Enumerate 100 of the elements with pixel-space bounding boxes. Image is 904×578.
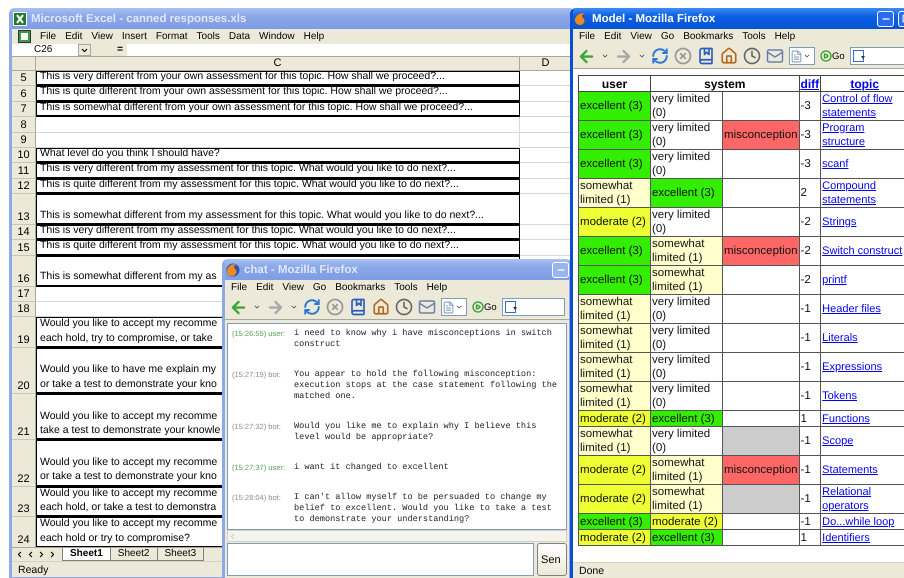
row-header[interactable]: 13	[12, 194, 36, 225]
go-button[interactable]: Go	[472, 301, 497, 313]
go-button[interactable]: Go	[820, 50, 845, 62]
level-cell: very limited (0)	[650, 294, 722, 324]
topic-link[interactable]: Relational operators	[822, 485, 904, 513]
level-cell: somewhat limited (1)	[578, 294, 650, 324]
row-header[interactable]: 23	[12, 486, 36, 518]
table-cell: This is somewhat different from my assessment for this topic. What would you like to do next?...	[36, 194, 520, 225]
diff-cell: 2	[799, 178, 821, 208]
row-header[interactable]: 20	[12, 348, 36, 394]
level-cell: moderate (2)	[578, 484, 650, 514]
diff-cell: -1	[799, 484, 821, 514]
menu-item[interactable]: Help	[304, 31, 324, 42]
table-cell: This is very different from your own assessment for this topic. How shall we proceed?...	[36, 71, 520, 86]
level-cell: excellent (3)	[650, 530, 722, 546]
diff-cell: -1	[799, 426, 821, 456]
diff-cell: -2	[799, 208, 821, 236]
window-title: chat - Mozilla Firefox	[244, 264, 359, 276]
menu-item[interactable]: Edit	[65, 31, 82, 42]
level-cell: very limited (0)	[650, 208, 722, 236]
level-cell: excellent (3)	[578, 236, 650, 266]
row-header[interactable]: 19	[12, 317, 36, 348]
level-cell: somewhat limited (1)	[578, 352, 650, 382]
topic-link[interactable]: Control of flow statements	[822, 92, 904, 120]
diff-cell: -1	[799, 456, 821, 484]
row-header[interactable]: 9	[12, 132, 36, 148]
diff-cell: -1	[799, 352, 821, 382]
level-cell: somewhat limited (1)	[578, 178, 650, 208]
level-cell: moderate (2)	[578, 208, 650, 236]
misconception-cell: misconception	[722, 236, 800, 266]
sheet-tab[interactable]: Sheet1	[62, 548, 111, 561]
level-cell: very limited (0)	[650, 352, 722, 382]
sheet-tab[interactable]: Sheet2	[110, 548, 158, 561]
row-header[interactable]: 17	[12, 286, 36, 302]
misconception-cell: misconception	[722, 120, 800, 150]
menu-item[interactable]: File	[579, 31, 596, 42]
level-cell: excellent (3)	[650, 178, 722, 208]
diff-cell: -2	[799, 236, 821, 266]
level-cell: very limited (0)	[650, 120, 722, 150]
level-cell: somewhat limited (1)	[650, 484, 722, 514]
table-cell: This is very different from my assessment for this topic. What would you like to do next?...	[36, 163, 520, 179]
table-cell: This is quite different from my assessment for this topic. What would you like to do next?...	[36, 240, 520, 256]
menu-item[interactable]: File	[40, 31, 56, 42]
row-header[interactable]: 12	[12, 178, 36, 194]
topic-link[interactable]: Identifiers	[822, 530, 904, 544]
row-header[interactable]: 21	[12, 394, 36, 440]
level-cell: excellent (3)	[578, 150, 650, 178]
level-cell: somewhat limited (1)	[578, 382, 650, 410]
send-button[interactable]: Sen	[537, 543, 567, 576]
topic-link[interactable]: Functions	[822, 412, 904, 426]
column-header[interactable]: D	[520, 57, 572, 71]
level-cell: very limited (0)	[650, 150, 722, 178]
row-header[interactable]: 22	[12, 440, 36, 487]
diff-cell: -1	[799, 324, 821, 352]
menu-item[interactable]: Bookmarks	[683, 31, 734, 42]
row-header[interactable]: 16	[12, 256, 36, 286]
message-text: i want it changed to excellent	[294, 462, 450, 473]
sheet-tab[interactable]: Sheet3	[156, 548, 204, 561]
row-header[interactable]: 24	[12, 517, 36, 547]
level-cell: very limited (0)	[650, 426, 722, 456]
level-cell: excellent (3)	[650, 410, 722, 426]
row-header[interactable]: 10	[12, 148, 36, 164]
menu-item[interactable]: View	[91, 31, 113, 42]
row-header[interactable]: 6	[12, 86, 36, 102]
row-header[interactable]: 8	[12, 117, 36, 133]
menu-item[interactable]: Edit	[604, 31, 622, 42]
row-header[interactable]: 18	[12, 302, 36, 318]
level-cell: excellent (3)	[578, 120, 650, 150]
row-header[interactable]: 7	[12, 102, 36, 118]
level-cell: moderate (2)	[578, 456, 650, 484]
level-cell: somewhat limited (1)	[650, 236, 722, 266]
menu-item[interactable]: Insert	[122, 31, 147, 42]
menu-item[interactable]: Help	[774, 31, 796, 42]
menu-item[interactable]: Tools	[196, 31, 220, 42]
level-cell: very limited (0)	[650, 324, 722, 352]
menu-item[interactable]: View	[630, 31, 652, 42]
menu-item[interactable]: Format	[156, 31, 188, 42]
column-header[interactable]: C	[36, 57, 520, 71]
level-cell: very limited (0)	[650, 382, 722, 410]
window-title: Microsoft Excel - canned responses.xls	[31, 12, 248, 24]
topic-link[interactable]: Compound statements	[822, 179, 904, 207]
row-header[interactable]: 15	[12, 240, 36, 256]
row-header[interactable]: 11	[12, 163, 36, 179]
menu-item[interactable]: Window	[259, 31, 295, 42]
topic-link[interactable]: Program structure	[822, 121, 904, 149]
menu-item[interactable]: Go	[660, 31, 674, 42]
level-cell: moderate (2)	[650, 514, 722, 530]
row-header[interactable]: 14	[12, 224, 36, 240]
level-cell: excellent (3)	[578, 92, 650, 120]
level-cell: somewhat limited (1)	[578, 324, 650, 352]
table-cell: What level do you think I should have?	[36, 148, 520, 164]
topic-link[interactable]: Do...while loop	[822, 514, 904, 528]
table-cell: This is quite different from your own assessment for this topic. How shall we proceed?...	[36, 86, 520, 102]
row-header[interactable]: 5	[12, 71, 36, 86]
menu-item[interactable]: Tools	[742, 31, 766, 42]
menu-item[interactable]: Data	[228, 31, 250, 42]
column-header: user	[578, 76, 650, 92]
level-cell: moderate (2)	[578, 410, 650, 426]
diff-cell: -1	[799, 382, 821, 410]
table-cell: This is very different from my assessment for this topic. What would you like to do next?...	[36, 224, 520, 240]
